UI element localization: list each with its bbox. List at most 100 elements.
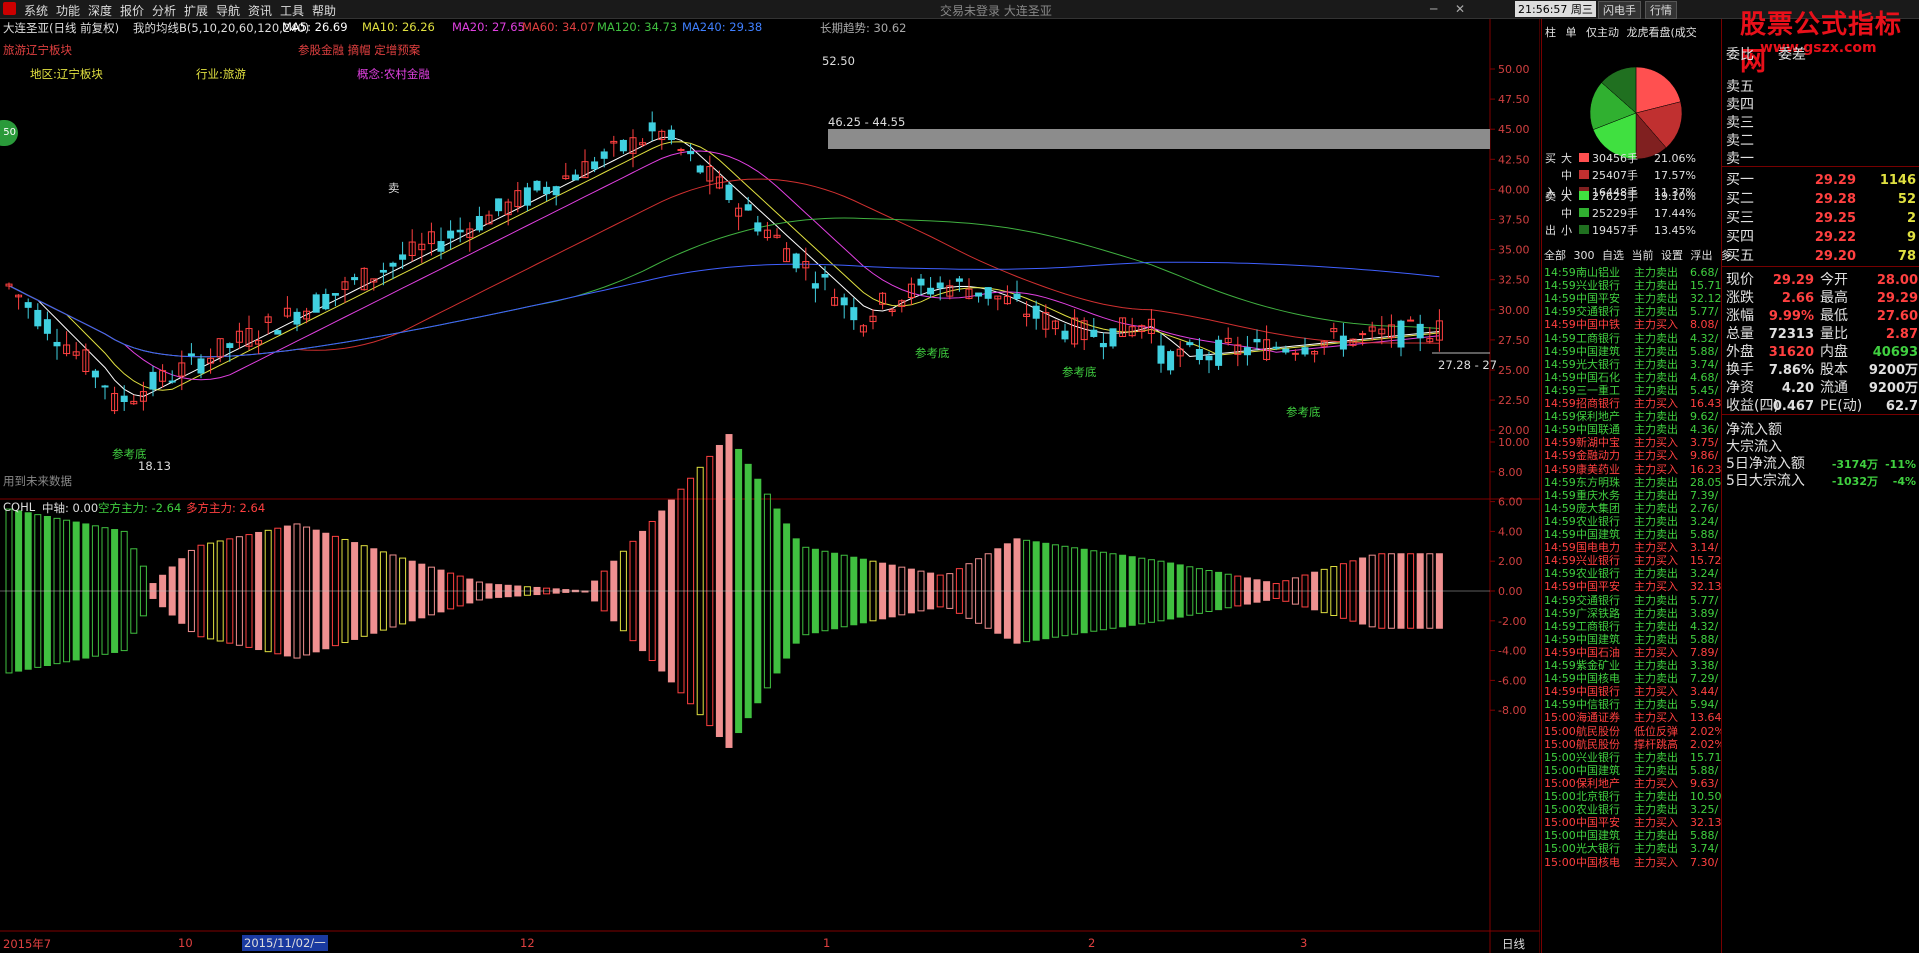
clock: 21:56:57 周三 — [1515, 1, 1596, 17]
concept-tags[interactable]: 参股金融 摘帽 定增预案 — [298, 42, 420, 58]
list-tab-settings[interactable]: 设置 — [1661, 249, 1683, 262]
flow-row: 出小 19457手 13.45% — [1545, 224, 1696, 237]
bottom-mark-4: 参考底 — [1286, 405, 1321, 419]
tab-bar-col[interactable]: 柱 — [1545, 26, 1556, 39]
quote-row: 换手 7.86% 股本 9200万 — [1726, 362, 1918, 378]
menu-system[interactable]: 系统 — [24, 2, 48, 19]
indicator-tick-label: 4.00 — [1498, 525, 1523, 538]
last-label: 27.28 - 27 — [1438, 358, 1498, 372]
indicator-tick-label: -6.00 — [1498, 674, 1526, 687]
menu-depth[interactable]: 深度 — [88, 2, 112, 19]
buy-order-row: 买一 29.29 1146 — [1726, 172, 1916, 188]
ma10-label: MA10: 26.26 — [362, 20, 435, 34]
menu-news[interactable]: 资讯 — [248, 2, 272, 19]
price-tick-label: 42.50 — [1498, 153, 1530, 166]
ma60-label: MA60: 34.07 — [522, 20, 595, 34]
flow-row: 买大 30456手 21.06% — [1545, 152, 1696, 165]
date-label-6: 3 — [1300, 936, 1308, 950]
buy-order-row: 买五 29.20 78 — [1726, 248, 1916, 264]
indicator-mid: 中轴: 0.00 — [42, 501, 99, 515]
indicator-tick-label: -4.00 — [1498, 645, 1526, 658]
flow-row: 中 25229手 17.44% — [1561, 207, 1696, 220]
divider — [1722, 414, 1919, 415]
divider — [1722, 166, 1919, 167]
list-tab-fav[interactable]: 自选 — [1602, 249, 1624, 262]
ma-lines — [8, 136, 1440, 398]
date-label-2: 10 — [178, 936, 193, 950]
flash-trade-button[interactable]: 闪电手 — [1598, 1, 1641, 19]
menu-bar: 系统 功能 深度 报价 分析 扩展 导航 资讯 工具 帮助 交易未登录 大连圣亚… — [0, 0, 1919, 19]
peak-label: 52.50 — [822, 54, 855, 68]
indicator-tick-label: 10.00 — [1498, 436, 1530, 449]
app-logo-icon — [3, 2, 16, 15]
price-tick-label: 37.50 — [1498, 214, 1530, 227]
date-label-5: 2 — [1088, 936, 1096, 950]
price-tick-label: 22.50 — [1498, 394, 1530, 407]
buy-order-row: 买四 29.22 9 — [1726, 229, 1916, 245]
ma5-label: MA5: 26.69 — [282, 20, 348, 34]
tab-dragon[interactable]: 龙虎看盘(成交 — [1627, 26, 1697, 39]
tab-single[interactable]: 单 — [1566, 26, 1577, 39]
price-tick-label: 32.50 — [1498, 274, 1530, 287]
list-tab-current[interactable]: 当前 — [1632, 249, 1654, 262]
ma20-label: MA20: 27.65 — [452, 20, 525, 34]
menu-quote[interactable]: 报价 — [120, 2, 144, 19]
flow-row: 中 25407手 17.57% — [1561, 169, 1696, 182]
list-tab-all[interactable]: 全部 — [1544, 249, 1566, 262]
bottom-mark-2: 参考底 — [915, 346, 950, 360]
sell-order-row: 卖三 — [1726, 115, 1754, 131]
date-label-4: 1 — [823, 936, 831, 950]
minimize-icon[interactable]: ─ — [1430, 2, 1437, 16]
flow-panel: 柱 单 仅主动 龙虎看盘(成交 买大 30456手 21.06% 中 25407手 17.… — [1541, 19, 1731, 953]
quote-panel: 委比 委差 卖五 卖四 卖三 卖二 卖一 买一 29.29 1146 买二 29.28 52 买三 29… — [1721, 19, 1919, 953]
menu-help[interactable]: 帮助 — [312, 2, 336, 19]
period-label[interactable]: 日线 — [1502, 936, 1525, 952]
date-label-3: 12 — [520, 936, 535, 950]
price-tick-label: 47.50 — [1498, 93, 1530, 106]
price-tick-label: 50.00 — [1498, 63, 1530, 76]
resistance-zone — [828, 129, 1490, 149]
menu-extend[interactable]: 扩展 — [184, 2, 208, 19]
buy-order-row: 买二 29.28 52 — [1726, 191, 1916, 207]
quote-row: 涨幅 9.99% 最低 27.60 — [1726, 308, 1918, 324]
close-icon[interactable]: ✕ — [1455, 2, 1465, 16]
menu-analysis[interactable]: 分析 — [152, 2, 176, 19]
ma120-label: MA120: 34.73 — [597, 20, 678, 34]
date-label-1: 2015年7 — [3, 937, 52, 951]
bottom-mark-3: 参考底 — [1062, 365, 1097, 379]
quote-row: 现价 29.29 今开 28.00 — [1726, 272, 1918, 288]
sell-mark: 卖 — [388, 181, 400, 195]
list-tab-float[interactable]: 浮出 — [1691, 249, 1713, 262]
price-tick-label: 25.00 — [1498, 364, 1530, 377]
price-tick-label: 45.00 — [1498, 123, 1530, 136]
netflow-row: 5日大宗流入 -1032万 -4% — [1726, 473, 1916, 489]
divider — [1722, 266, 1919, 267]
industry-label[interactable]: 行业:旅游 — [196, 66, 246, 82]
indicator-name[interactable]: CQHL — [3, 500, 35, 514]
trade-row[interactable]: 15:00中国核电 主力买入 7.30/ — [1544, 854, 1718, 870]
list-tab-bar: 全部 300 自选 当前 设置 浮出 多 — [1544, 247, 1731, 263]
list-tab-300[interactable]: 300 — [1574, 249, 1595, 262]
kline-chart[interactable]: 50.00 47.50 45.00 42.50 40.00 37.50 35.00 32.50… — [0, 19, 1540, 953]
region-label[interactable]: 地区:辽宁板块 — [30, 66, 103, 82]
quote-row: 总量 72313 量比 2.87 — [1726, 326, 1918, 342]
menu-function[interactable]: 功能 — [56, 2, 80, 19]
menu-tools[interactable]: 工具 — [280, 2, 304, 19]
indicator-tick-label: 6.00 — [1498, 496, 1523, 509]
tab-active-only[interactable]: 仅主动 — [1586, 26, 1619, 39]
date-cursor-label: 2015/11/02/一 — [242, 935, 328, 951]
quote-row: 收益(四)0.467 PE(动) 62.7 — [1726, 398, 1918, 414]
indicator-tick-label: 0.00 — [1498, 585, 1523, 598]
side-badge[interactable]: 50 — [0, 120, 18, 146]
trade-list[interactable]: 14:59南山铝业 主力卖出 6.68/14:59兴业银行 主力卖出 15.71 14:5… — [1542, 264, 1722, 953]
concept-label[interactable]: 概念:农村金融 — [357, 66, 430, 82]
quote-button[interactable]: 行情 — [1645, 1, 1677, 19]
quote-row: 涨跌 2.66 最高 29.29 — [1726, 290, 1918, 306]
menu-navigate[interactable]: 导航 — [216, 2, 240, 19]
stock-title: 大连圣亚(日线 前复权) — [3, 21, 120, 35]
sell-order-row: 卖二 — [1726, 133, 1754, 149]
price-tick-label: 40.00 — [1498, 183, 1530, 196]
price-tick-label: 27.50 — [1498, 334, 1530, 347]
sector-travel[interactable]: 旅游辽宁板块 — [3, 42, 72, 58]
future-data-note: 用到未来数据 — [3, 474, 72, 488]
